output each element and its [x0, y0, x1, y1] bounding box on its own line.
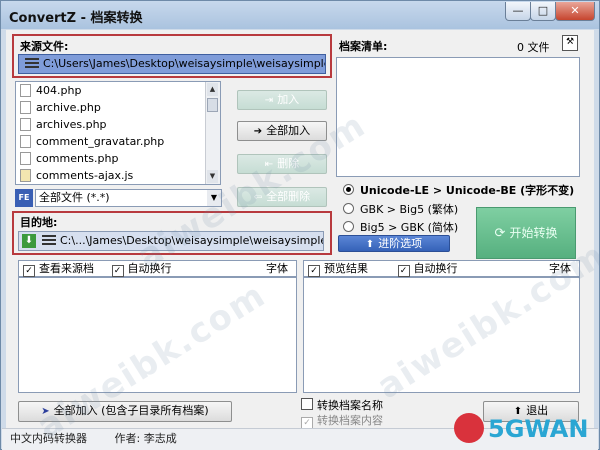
source-file-list[interactable]: 404.php archive.php archives.php comment…	[15, 81, 221, 185]
checkbox-preview[interactable]: ✓	[308, 265, 320, 277]
file-icon	[20, 152, 31, 165]
file-queue-list[interactable]	[336, 57, 580, 177]
option-gbk-big5[interactable]: GBK > Big5 (繁体)	[343, 201, 458, 217]
list-item[interactable]: 404.php	[16, 82, 220, 99]
scroll-down-icon[interactable]: ▼	[207, 170, 218, 183]
checkbox-view-source[interactable]: ✓	[23, 265, 35, 277]
file-icon	[20, 118, 31, 131]
file-list-label: 档案清单:	[339, 40, 388, 53]
file-settings-icon[interactable]: ⚒	[562, 35, 578, 51]
checkbox-auto-wrap-right[interactable]: ✓	[397, 265, 410, 277]
file-count: 0 文件	[517, 41, 550, 54]
filter-badge: FE	[15, 189, 33, 207]
refresh-icon: ⟳	[494, 226, 506, 241]
arrow-right-icon: ➔	[253, 126, 263, 137]
scroll-thumb[interactable]	[207, 98, 218, 112]
option-label: GBK > Big5 (繁体)	[360, 203, 459, 216]
file-name: 404.php	[36, 84, 82, 97]
close-button[interactable]: ✕	[555, 2, 595, 21]
file-icon	[20, 84, 31, 97]
source-path-text: C:\Users\James\Desktop\weisaysimple\weis…	[43, 57, 326, 70]
list-item[interactable]: archives.php	[16, 116, 220, 133]
start-convert-button[interactable]: ⟳ 开始转换	[476, 207, 576, 259]
option-big5-gbk[interactable]: Big5 > GBK (简体)	[343, 219, 458, 235]
window-title: ConvertZ - 档案转换	[9, 11, 143, 26]
download-arrow-icon[interactable]: ⬇	[22, 234, 36, 248]
script-file-icon	[20, 169, 31, 182]
radio-selected-icon[interactable]	[343, 184, 354, 195]
app-window: ConvertZ - 档案转换 — □ ✕ 来源文件: C:\Users\Jam…	[0, 0, 600, 450]
add-label: 加入	[277, 93, 300, 106]
title-bar: ConvertZ - 档案转换 — □ ✕	[1, 1, 599, 29]
convert-content-option[interactable]: ✓ 转换档案内容	[301, 412, 383, 429]
tree-icon	[42, 235, 56, 247]
radio-icon[interactable]	[343, 203, 354, 214]
list-item[interactable]: archive.php	[16, 99, 220, 116]
radio-icon[interactable]	[343, 221, 354, 232]
option-label: Unicode-LE > Unicode-BE (字形不变)	[360, 184, 575, 197]
checkbox-rename[interactable]	[301, 398, 313, 410]
start-label: 开始转换	[509, 226, 558, 240]
preview-label: 预览结果	[324, 262, 368, 275]
tree-icon	[25, 58, 39, 70]
site-logo: 5GWAN	[454, 413, 599, 445]
minimize-button[interactable]: —	[505, 2, 531, 21]
destination-label: 目的地:	[20, 216, 58, 229]
option-label: Big5 > GBK (简体)	[360, 221, 459, 234]
up-arrow-icon: ⬆	[365, 239, 375, 250]
status-author: 作者: 李志成	[114, 432, 177, 445]
filter-value: 全部文件 (*.*)	[39, 191, 110, 204]
convert-content-label: 转换档案内容	[317, 414, 383, 427]
list-item[interactable]: comments-ajax.js	[16, 167, 220, 184]
advanced-label: 进阶选项	[378, 237, 423, 250]
file-name: comments.php	[36, 152, 119, 165]
advanced-options-button[interactable]: ⬆ 进阶选项	[338, 235, 450, 252]
file-name: archives.php	[36, 118, 107, 131]
list-item[interactable]: comment_gravatar.php	[16, 133, 220, 150]
file-name: comments-ajax.js	[36, 169, 134, 182]
logo-mark-icon	[454, 413, 484, 443]
auto-wrap-label: 自动换行	[413, 262, 458, 275]
checkbox-auto-wrap-left[interactable]: ✓	[111, 265, 124, 277]
source-path-field[interactable]: C:\Users\James\Desktop\weisaysimple\weis…	[18, 54, 326, 74]
maximize-button[interactable]: □	[530, 2, 556, 21]
file-icon	[20, 135, 31, 148]
rename-option[interactable]: 转换档案名称	[301, 397, 383, 413]
file-icon	[20, 101, 31, 114]
font-button-left[interactable]: 字体	[266, 261, 288, 276]
logo-text: 5GWAN	[488, 415, 589, 443]
file-name: comment_gravatar.php	[36, 135, 165, 148]
view-source-label: 查看来源档	[39, 262, 94, 275]
add-button[interactable]: ⇥ 加入	[237, 90, 327, 110]
file-name: archive.php	[36, 101, 101, 114]
scroll-up-icon[interactable]: ▲	[207, 83, 218, 96]
rename-label: 转换档案名称	[317, 399, 383, 412]
file-list-scrollbar[interactable]: ▲ ▼	[205, 82, 220, 184]
option-unicode[interactable]: Unicode-LE > Unicode-BE (字形不变)	[343, 182, 574, 198]
list-item[interactable]: comments.php	[16, 150, 220, 167]
add-icon: ⇥	[264, 95, 274, 106]
source-label: 来源文件:	[20, 40, 69, 53]
